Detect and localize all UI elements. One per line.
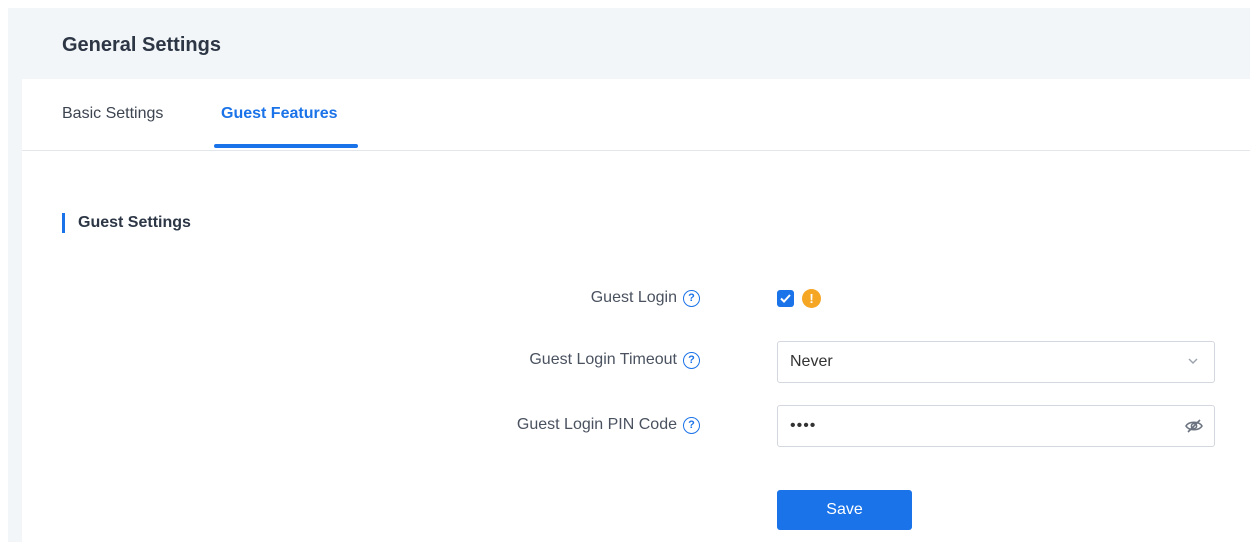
tab-bar: Basic Settings Guest Features [22,79,1250,151]
guest-login-pin-help-icon[interactable]: ? [683,416,700,434]
section-title: Guest Settings [62,213,191,233]
guest-login-timeout-label: Guest Login Timeout [529,351,677,368]
settings-card: Basic Settings Guest Features Guest Sett… [22,79,1250,542]
guest-login-pin-label-group: Guest Login PIN Code ? [517,416,700,434]
guest-login-pin-field [777,405,1215,447]
guest-login-timeout-help-icon[interactable]: ? [683,351,700,369]
checkmark-icon [780,294,791,303]
guest-login-timeout-select[interactable]: Never [777,341,1215,383]
page-frame: General Settings Basic Settings Guest Fe… [8,8,1250,542]
guest-login-pin-input[interactable] [778,406,1214,446]
page-title: General Settings [62,34,221,56]
warning-icon[interactable]: ! [802,289,821,308]
guest-login-timeout-label-group: Guest Login Timeout ? [529,351,700,369]
active-tab-indicator [214,144,358,148]
guest-login-pin-label: Guest Login PIN Code [516,416,677,433]
tab-basic-settings[interactable]: Basic Settings [62,105,163,123]
save-button[interactable]: Save [777,490,912,530]
guest-login-timeout-value: Never [790,353,833,370]
guest-login-label-group: Guest Login ? [591,289,700,307]
chevron-down-icon [1188,358,1198,364]
guest-login-checkbox[interactable] [777,290,794,307]
eye-off-icon[interactable] [1184,416,1204,436]
guest-login-help-icon[interactable]: ? [683,289,700,307]
guest-login-label: Guest Login [590,289,677,306]
tab-guest-features[interactable]: Guest Features [221,105,337,123]
